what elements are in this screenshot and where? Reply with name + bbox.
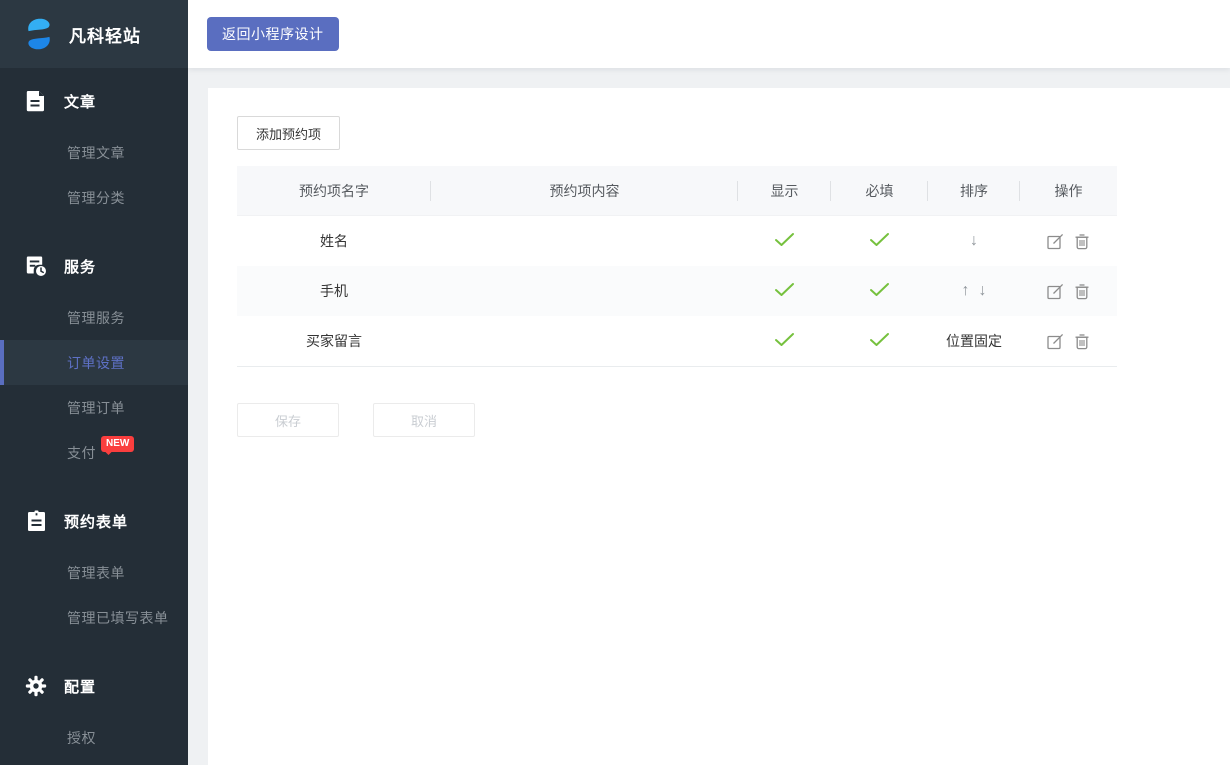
check-icon — [774, 282, 795, 300]
booking-items-table: 预约项名字 预约项内容 显示 必填 排序 操作 姓名 ↓ — [237, 166, 1117, 367]
add-booking-item-button[interactable]: 添加预约项 — [237, 116, 340, 150]
section-label: 文章 — [64, 91, 96, 112]
section-title-booking-forms: 预约表单 — [0, 506, 188, 536]
arrow-up-icon[interactable]: ↑ — [962, 283, 970, 299]
section-title-config: 配置 — [0, 671, 188, 701]
cell-item-content — [431, 316, 738, 366]
cell-required — [831, 316, 928, 366]
main-panel: 添加预约项 预约项名字 预约项内容 显示 必填 排序 操作 姓名 ↓ — [208, 88, 1230, 765]
check-icon — [869, 282, 890, 300]
sidebar-item-manage-services[interactable]: 管理服务 — [0, 295, 188, 340]
cancel-button[interactable]: 取消 — [373, 403, 475, 437]
brand-logo-icon — [20, 15, 58, 53]
cell-display — [738, 216, 831, 266]
sidebar-item-label: 管理表单 — [67, 563, 125, 583]
app-title: 凡科轻站 — [69, 22, 141, 47]
topbar: 返回小程序设计 — [188, 0, 1230, 68]
cell-item-name: 姓名 — [237, 216, 431, 266]
cell-sort: ↓ — [928, 216, 1020, 266]
section-label: 服务 — [64, 256, 96, 277]
sidebar-section-services: 服务 管理服务 订单设置 管理订单 支付 NEW — [0, 220, 188, 475]
col-header-actions: 操作 — [1020, 166, 1117, 215]
sidebar-section-articles: 文章 管理文章 管理分类 — [0, 68, 188, 220]
cell-item-content — [431, 216, 738, 266]
sidebar-item-manage-filled-forms[interactable]: 管理已填写表单 — [0, 595, 188, 640]
check-icon — [774, 232, 795, 250]
section-title-articles: 文章 — [0, 86, 188, 116]
cell-required — [831, 266, 928, 316]
sidebar-item-label: 订单设置 — [67, 353, 125, 373]
col-header-display: 显示 — [738, 166, 831, 215]
sidebar: 凡科轻站 文章 管理文章 管理分类 — [0, 0, 188, 765]
cell-actions — [1020, 266, 1117, 316]
footer-buttons: 保存 取消 — [237, 403, 1230, 437]
delete-icon[interactable] — [1073, 282, 1091, 300]
cell-item-name: 买家留言 — [237, 316, 431, 366]
article-icon — [25, 90, 47, 112]
edit-icon[interactable] — [1047, 232, 1065, 250]
check-icon — [869, 332, 890, 350]
form-icon — [25, 510, 47, 532]
col-header-required: 必填 — [831, 166, 928, 215]
section-label: 配置 — [64, 676, 96, 697]
delete-icon[interactable] — [1073, 332, 1091, 350]
cell-actions — [1020, 216, 1117, 266]
sidebar-item-payment[interactable]: 支付 NEW — [0, 430, 188, 475]
sidebar-item-label: 管理订单 — [67, 398, 125, 418]
table-row: 姓名 ↓ — [237, 216, 1117, 266]
check-icon — [869, 232, 890, 250]
cell-actions — [1020, 316, 1117, 366]
table-row: 手机 ↑ ↓ — [237, 266, 1117, 316]
sidebar-section-booking-forms: 预约表单 管理表单 管理已填写表单 — [0, 475, 188, 640]
cell-display — [738, 266, 831, 316]
cell-item-content — [431, 266, 738, 316]
sidebar-item-manage-forms[interactable]: 管理表单 — [0, 550, 188, 595]
sidebar-item-label: 管理文章 — [67, 143, 125, 163]
cell-sort: ↑ ↓ — [928, 266, 1020, 316]
sidebar-item-label: 管理已填写表单 — [67, 608, 169, 628]
sidebar-item-label: 管理分类 — [67, 188, 125, 208]
arrow-down-icon[interactable]: ↓ — [970, 233, 978, 249]
check-icon — [774, 332, 795, 350]
sidebar-item-label: 支付 — [67, 443, 96, 463]
sidebar-header: 凡科轻站 — [0, 0, 188, 68]
save-button[interactable]: 保存 — [237, 403, 339, 437]
cell-display — [738, 316, 831, 366]
table-row: 买家留言 位置固定 — [237, 316, 1117, 366]
edit-icon[interactable] — [1047, 282, 1065, 300]
cell-required — [831, 216, 928, 266]
sidebar-item-authorization[interactable]: 授权 — [0, 715, 188, 760]
sidebar-item-order-settings[interactable]: 订单设置 — [0, 340, 188, 385]
delete-icon[interactable] — [1073, 232, 1091, 250]
col-header-sort: 排序 — [928, 166, 1020, 215]
section-label: 预约表单 — [64, 511, 128, 532]
edit-icon[interactable] — [1047, 332, 1065, 350]
back-to-miniprogram-design-button[interactable]: 返回小程序设计 — [207, 17, 339, 51]
sidebar-section-config: 配置 授权 — [0, 640, 188, 760]
table-header-row: 预约项名字 预约项内容 显示 必填 排序 操作 — [237, 166, 1117, 216]
col-header-item-name: 预约项名字 — [237, 166, 431, 215]
new-badge: NEW — [101, 436, 134, 452]
sidebar-item-manage-categories[interactable]: 管理分类 — [0, 175, 188, 220]
col-header-item-content: 预约项内容 — [431, 166, 738, 215]
sidebar-item-manage-orders[interactable]: 管理订单 — [0, 385, 188, 430]
service-icon — [25, 255, 47, 277]
cell-sort-fixed: 位置固定 — [928, 316, 1020, 366]
cell-item-name: 手机 — [237, 266, 431, 316]
sidebar-item-label: 授权 — [67, 728, 96, 748]
sidebar-item-manage-articles[interactable]: 管理文章 — [0, 130, 188, 175]
arrow-down-icon[interactable]: ↓ — [979, 283, 987, 299]
section-title-services: 服务 — [0, 251, 188, 281]
sidebar-item-label: 管理服务 — [67, 308, 125, 328]
gear-icon — [25, 675, 47, 697]
